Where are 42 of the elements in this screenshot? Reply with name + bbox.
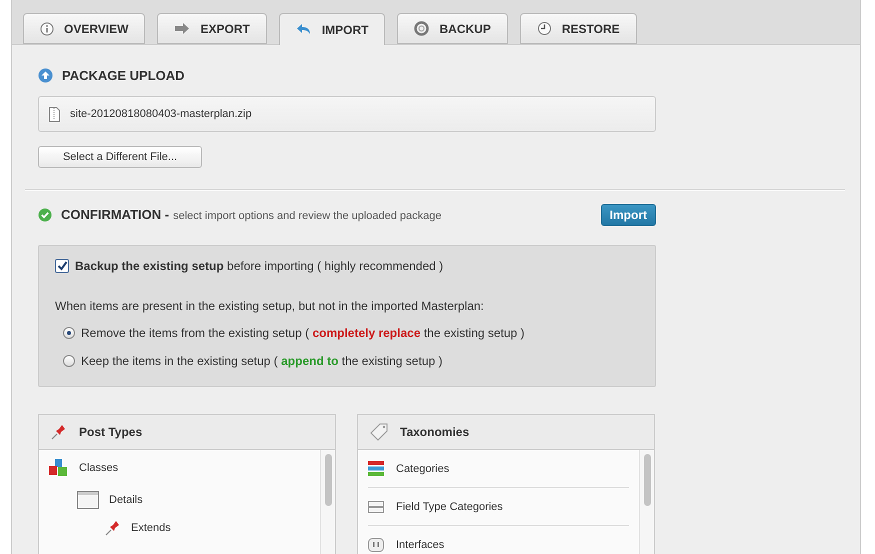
upload-icon	[38, 68, 53, 82]
tab[interactable]: BACKUP	[397, 13, 508, 44]
stack-icon	[368, 461, 384, 476]
window-icon	[77, 491, 99, 509]
radio-label: Remove the items from the existing setup ( completely replace the existing setup )	[81, 326, 525, 340]
list-item[interactable]: Categories	[368, 450, 629, 488]
checkbox[interactable]	[55, 259, 69, 273]
zip-file-icon	[49, 106, 60, 122]
tree-item[interactable]: Classes	[49, 450, 295, 486]
import-button[interactable]: Import	[600, 204, 656, 226]
tab[interactable]: IMPORT	[278, 13, 386, 45]
arrow-right-icon	[174, 22, 190, 35]
list-item[interactable]: Field Type Categories	[368, 488, 629, 526]
radio-label: Keep the items in the existing setup ( append to the existing setup )	[81, 354, 442, 368]
drawers-icon	[368, 500, 384, 512]
info-icon	[40, 22, 54, 36]
radio-button[interactable]	[63, 355, 75, 367]
tree-item[interactable]: Extends	[105, 514, 311, 542]
question-text: When items are present in the existing setup, but not in the imported Masterplan:	[55, 299, 484, 313]
panel-title: Post Types	[79, 425, 142, 439]
plug-icon	[368, 538, 384, 552]
pushpin-icon	[105, 520, 121, 536]
section-heading: PACKAGE UPLOAD	[62, 68, 185, 82]
list-item[interactable]: Interfaces	[368, 526, 629, 554]
tab[interactable]: RESTORE	[520, 13, 637, 44]
radio-button[interactable]	[63, 327, 75, 339]
checkbox-label: Backup the existing setup before importing ( highly recommended )	[75, 259, 444, 273]
tab[interactable]: EXPORT	[157, 13, 267, 44]
arrow-back-icon	[296, 23, 312, 36]
select-file-button[interactable]: Select a Different File...	[38, 146, 202, 168]
checkmark-icon	[38, 208, 52, 222]
tree-item[interactable]: Details	[77, 486, 303, 514]
clock-icon	[536, 21, 552, 36]
panel-title: Taxonomies	[400, 425, 470, 439]
file-name: site-20120818080403-masterplan.zip	[70, 108, 252, 120]
lifebuoy-icon	[414, 21, 430, 36]
section-heading: CONFIRMATION -	[61, 207, 170, 222]
pushpin-icon	[51, 424, 67, 440]
section-subtitle: select import options and review the uploaded package	[173, 210, 442, 222]
tag-icon	[370, 423, 388, 441]
tab[interactable]: OVERVIEW	[23, 13, 146, 44]
blocks-icon	[49, 459, 69, 477]
